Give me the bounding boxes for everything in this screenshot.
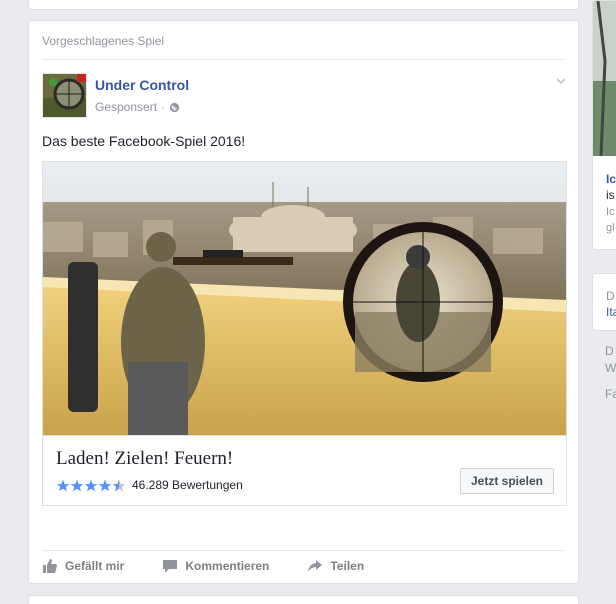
right-card-text: is [606, 188, 615, 202]
share-label: Teilen [330, 559, 365, 573]
sniper-scene-image [43, 162, 566, 435]
half-star-icon [112, 479, 126, 491]
star-icon [98, 479, 112, 491]
star-icon [56, 479, 70, 491]
ad-info[interactable]: Laden! Zielen! Feuern! 46.289 Bewertunge… [43, 435, 566, 505]
like-button[interactable]: Gefällt mir [42, 558, 124, 574]
like-label: Gefällt mir [65, 559, 125, 573]
globe-icon[interactable] [169, 102, 180, 113]
star-icon [70, 479, 84, 491]
right-card-link[interactable]: Ita [606, 305, 616, 319]
star-icon [84, 479, 98, 491]
divider [42, 550, 565, 551]
sponsored-meta: Gesponsert · [95, 100, 180, 114]
play-now-button[interactable]: Jetzt spielen [459, 468, 554, 494]
page-name-link[interactable]: Under Control [95, 77, 189, 93]
rating-stars [56, 479, 126, 492]
post-text: Das beste Facebook-Spiel 2016! [42, 133, 246, 149]
sponsored-post: Vorgeschlagenes Spiel Under Control Gesp… [28, 20, 579, 584]
right-card-title[interactable]: Ic [606, 172, 616, 186]
chevron-down-icon[interactable] [554, 74, 568, 88]
footer-text: W [605, 361, 616, 375]
next-post-card [28, 595, 579, 604]
rating-count: 46.289 Bewertungen [132, 478, 243, 492]
right-card-label: D [606, 289, 615, 303]
share-icon [308, 560, 323, 572]
share-button[interactable]: Teilen [307, 558, 364, 574]
right-card-meta: gl [606, 222, 615, 234]
right-column-card[interactable]: Ic is Ic gl [592, 0, 616, 250]
divider [42, 59, 565, 60]
comment-button[interactable]: Kommentieren [162, 558, 269, 574]
ad-attachment[interactable]: Laden! Zielen! Feuern! 46.289 Bewertunge… [42, 161, 567, 506]
ad-image[interactable] [43, 162, 566, 435]
right-card-image [593, 1, 616, 157]
page-avatar[interactable] [42, 73, 87, 118]
avatar-image [43, 74, 86, 117]
thumbs-up-icon [43, 559, 57, 573]
right-column: Ic is Ic gl D Ita D W Fa [592, 0, 616, 604]
footer-text: D [605, 344, 614, 358]
post-actions: Gefällt mir Kommentieren Teilen [42, 558, 364, 574]
sponsored-label[interactable]: Gesponsert [95, 100, 157, 114]
separator: · [161, 100, 166, 114]
ad-title[interactable]: Laden! Zielen! Feuern! [56, 448, 233, 470]
previous-post-card [28, 0, 579, 10]
footer-text: Fa [605, 387, 616, 401]
right-column-card: D Ita [592, 273, 616, 331]
right-card-meta: Ic [606, 206, 615, 218]
comment-icon [163, 560, 178, 573]
ad-rating: 46.289 Bewertungen [56, 478, 243, 492]
post-label: Vorgeschlagenes Spiel [42, 34, 165, 48]
comment-label: Kommentieren [185, 559, 270, 573]
